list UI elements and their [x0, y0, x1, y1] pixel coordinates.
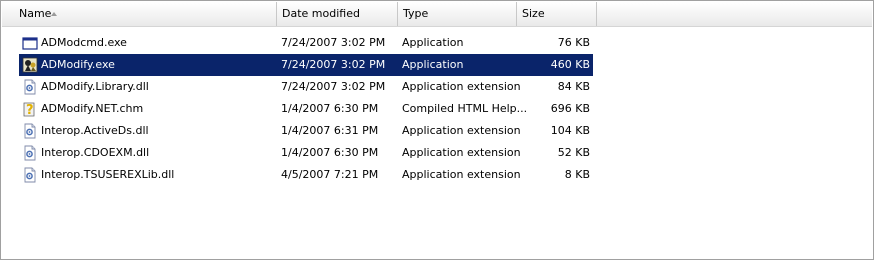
file-date-modified: 4/5/2007 7:21 PM — [281, 168, 379, 181]
file-row[interactable]: ADModify.Library.dll 7/24/2007 3:02 PM App… — [19, 76, 593, 98]
file-list-view: Name Date modified Type Size ADModcmd.ex… — [0, 0, 874, 260]
sort-ascending-icon — [51, 12, 57, 16]
dll-gear-icon — [22, 145, 38, 161]
file-name: ADModify.Library.dll — [41, 80, 149, 93]
file-size: 460 KB — [550, 58, 590, 71]
file-row[interactable]: ADModify.exe 7/24/2007 3:02 PM Application… — [19, 54, 593, 76]
file-row[interactable]: Interop.CDOEXM.dll 1/4/2007 6:30 PM Applic… — [19, 142, 593, 164]
column-header-name-label: Name — [19, 7, 52, 20]
file-date-modified: 7/24/2007 3:02 PM — [281, 80, 386, 93]
file-date-modified: 1/4/2007 6:30 PM — [281, 146, 379, 159]
file-size: 84 KB — [557, 80, 590, 93]
dll-gear-icon — [22, 79, 38, 95]
file-name: Interop.ActiveDs.dll — [41, 124, 149, 137]
file-row[interactable]: ? ADModify.NET.chm 1/4/2007 6:30 PM Compile… — [19, 98, 593, 120]
column-header-type-label: Type — [403, 7, 429, 20]
column-header-name[interactable]: Name — [2, 2, 277, 26]
column-header-size-label: Size — [522, 7, 545, 20]
file-size: 76 KB — [557, 36, 590, 49]
file-type: Application — [402, 36, 464, 49]
dll-gear-icon — [22, 167, 38, 183]
file-date-modified: 7/24/2007 3:02 PM — [281, 58, 386, 71]
column-header-date-label: Date modified — [282, 7, 360, 20]
admodify-app-icon — [22, 57, 38, 73]
column-header-type[interactable]: Type — [398, 2, 517, 26]
file-type: Application — [402, 58, 464, 71]
file-row[interactable]: ADModcmd.exe 7/24/2007 3:02 PM Application… — [19, 32, 593, 54]
file-type: Compiled HTML Help... — [402, 102, 528, 115]
dll-gear-icon — [22, 123, 38, 139]
file-type: Application extension — [402, 168, 521, 181]
file-name: ADModcmd.exe — [41, 36, 127, 49]
file-row[interactable]: Interop.TSUSEREXLib.dll 4/5/2007 7:21 PM A… — [19, 164, 593, 186]
column-header-bar: Name Date modified Type Size — [2, 2, 872, 27]
column-header-size[interactable]: Size — [517, 2, 597, 26]
file-name: Interop.TSUSEREXLib.dll — [41, 168, 175, 181]
file-size: 52 KB — [557, 146, 590, 159]
file-type: Application extension — [402, 80, 521, 93]
column-header-filler — [597, 2, 872, 26]
file-size: 8 KB — [564, 168, 590, 181]
file-date-modified: 1/4/2007 6:31 PM — [281, 124, 379, 137]
column-header-date[interactable]: Date modified — [277, 2, 398, 26]
file-date-modified: 7/24/2007 3:02 PM — [281, 36, 386, 49]
help-file-icon: ? — [22, 101, 38, 118]
file-row[interactable]: Interop.ActiveDs.dll 1/4/2007 6:31 PM Appl… — [19, 120, 593, 142]
file-name: ADModify.NET.chm — [41, 102, 144, 115]
file-name: ADModify.exe — [41, 58, 115, 71]
file-size: 696 KB — [550, 102, 590, 115]
file-date-modified: 1/4/2007 6:30 PM — [281, 102, 379, 115]
file-size: 104 KB — [550, 124, 590, 137]
svg-text:?: ? — [26, 103, 34, 117]
file-type: Application extension — [402, 146, 521, 159]
file-type: Application extension — [402, 124, 521, 137]
file-name: Interop.CDOEXM.dll — [41, 146, 150, 159]
console-window-icon — [22, 35, 38, 51]
